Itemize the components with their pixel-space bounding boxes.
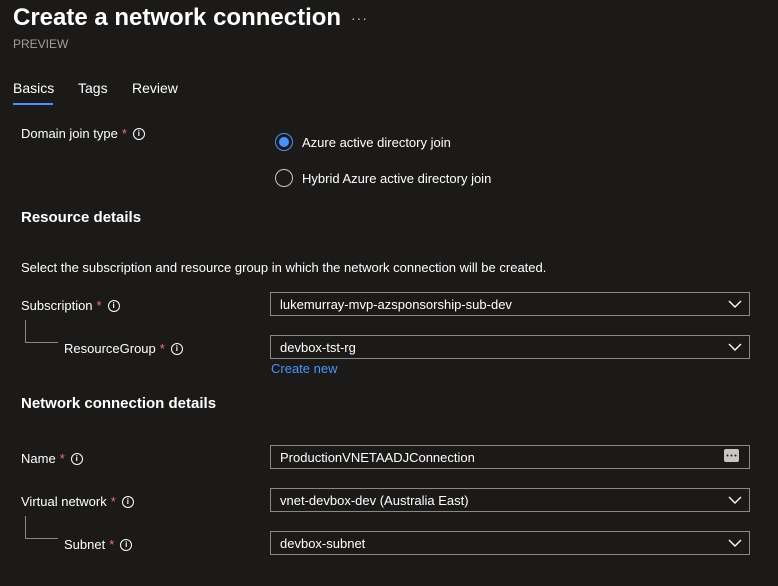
chevron-down-icon	[728, 539, 742, 547]
virtual-network-value: vnet-devbox-dev (Australia East)	[280, 492, 469, 508]
subscription-dropdown[interactable]: lukemurray-mvp-azsponsorship-sub-dev	[270, 292, 750, 316]
tree-connector	[25, 320, 58, 343]
active-tab-indicator	[13, 103, 53, 105]
required-mark: *	[121, 126, 127, 141]
domain-join-type-text: Domain join type	[21, 126, 118, 141]
chevron-down-icon	[728, 300, 742, 308]
info-icon[interactable]: i	[120, 538, 133, 551]
info-icon[interactable]: i	[170, 342, 183, 355]
info-icon[interactable]: i	[121, 495, 134, 508]
subscription-label: Subscription * i	[21, 298, 120, 313]
subnet-label: Subnet * i	[64, 537, 133, 552]
subscription-label-text: Subscription	[21, 298, 93, 313]
subnet-label-text: Subnet	[64, 537, 106, 552]
resource-group-label: ResourceGroup * i	[64, 341, 183, 356]
chevron-down-icon	[728, 496, 742, 504]
virtual-network-dropdown[interactable]: vnet-devbox-dev (Australia East)	[270, 488, 750, 512]
resource-group-value: devbox-tst-rg	[280, 339, 356, 355]
domain-join-type-label: Domain join type * i	[21, 126, 145, 141]
info-icon[interactable]: i	[132, 127, 145, 140]
page-title: Create a network connection	[13, 4, 342, 31]
name-input[interactable]: ProductionVNETAADJConnection	[270, 445, 750, 469]
create-new-link[interactable]: Create new	[271, 361, 337, 376]
resource-group-dropdown[interactable]: devbox-tst-rg	[270, 335, 750, 359]
chevron-down-icon	[728, 343, 742, 351]
subnet-value: devbox-subnet	[280, 535, 366, 551]
more-options-icon[interactable]: ···	[351, 10, 368, 26]
required-mark: *	[159, 341, 165, 356]
network-details-heading: Network connection details	[21, 395, 217, 412]
tab-tags[interactable]: Tags	[78, 80, 108, 96]
preview-label: PREVIEW	[13, 37, 69, 51]
virtual-network-label: Virtual network * i	[21, 494, 134, 509]
radio-selected-icon[interactable]	[275, 133, 293, 151]
radio-azure-ad-join-label: Azure active directory join	[302, 134, 451, 150]
subnet-dropdown[interactable]: devbox-subnet	[270, 531, 750, 555]
required-mark: *	[110, 494, 116, 509]
info-icon[interactable]: i	[107, 299, 120, 312]
dots-icon	[726, 454, 737, 457]
info-icon[interactable]: i	[70, 452, 83, 465]
name-label-text: Name	[21, 451, 56, 466]
required-mark: *	[109, 537, 115, 552]
tab-basics[interactable]: Basics	[13, 80, 54, 96]
radio-azure-ad-join[interactable]: Azure active directory join	[275, 133, 451, 151]
tab-review[interactable]: Review	[132, 80, 178, 96]
name-label: Name * i	[21, 451, 83, 466]
subscription-value: lukemurray-mvp-azsponsorship-sub-dev	[280, 296, 512, 312]
radio-hybrid-azure-ad-join-label: Hybrid Azure active directory join	[302, 170, 492, 186]
name-value: ProductionVNETAADJConnection	[280, 449, 475, 465]
resource-details-description: Select the subscription and resource gro…	[21, 260, 547, 275]
radio-hybrid-azure-ad-join[interactable]: Hybrid Azure active directory join	[275, 169, 491, 187]
resource-details-heading: Resource details	[21, 209, 142, 226]
resource-group-label-text: ResourceGroup	[64, 341, 156, 356]
tree-connector	[25, 516, 58, 539]
radio-unselected-icon[interactable]	[275, 169, 293, 187]
required-mark: *	[96, 298, 102, 313]
more-icon[interactable]	[724, 449, 739, 462]
virtual-network-label-text: Virtual network	[21, 494, 107, 509]
required-mark: *	[59, 451, 65, 466]
